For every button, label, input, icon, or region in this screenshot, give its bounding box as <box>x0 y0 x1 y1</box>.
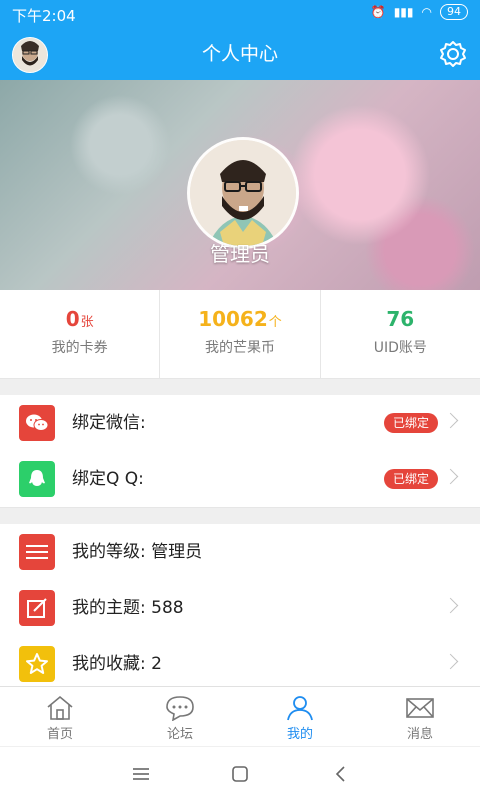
tab-messages-label: 消息 <box>406 727 433 742</box>
tab-mine-label: 我的 <box>286 727 313 742</box>
chevron-right-icon <box>442 412 459 429</box>
wifi-icon: ◠ <box>421 5 432 19</box>
menu-nav-icon[interactable] <box>131 764 151 784</box>
stat-coins-number: 10062 <box>198 307 268 331</box>
tab-forum-label: 论坛 <box>166 727 193 742</box>
battery-indicator: 94 <box>440 4 468 20</box>
chevron-right-icon <box>442 468 459 485</box>
section-divider <box>0 508 480 524</box>
profile-name: 管理员 <box>210 242 270 266</box>
back-nav-icon[interactable] <box>331 764 351 784</box>
profile-avatar[interactable] <box>187 137 299 249</box>
stat-uid-label: UID账号 <box>373 340 427 356</box>
stat-coins-value: 10062个 <box>160 307 319 331</box>
chevron-right-icon <box>442 653 459 670</box>
tab-home[interactable]: 首页 <box>0 687 120 747</box>
star-icon <box>19 646 55 682</box>
stat-coupons-unit: 张 <box>80 315 94 330</box>
tab-messages[interactable]: 消息 <box>360 687 480 747</box>
bottom-tab-bar: 首页 论坛 我的 消息 <box>0 686 480 747</box>
stat-coupons[interactable]: 0张 我的卡券 <box>0 290 161 378</box>
home-icon <box>47 695 73 720</box>
tab-forum[interactable]: 论坛 <box>120 687 240 747</box>
tab-mine[interactable]: 我的 <box>240 687 360 747</box>
stat-coins-label: 我的芒果币 <box>204 340 275 356</box>
mail-icon <box>406 698 434 718</box>
stat-coins[interactable]: 10062个 我的芒果币 <box>160 290 321 378</box>
my-level-row[interactable]: 我的等级: 管理员 <box>0 524 480 581</box>
my-favorites-row[interactable]: 我的收藏: 2 <box>0 636 480 693</box>
qq-status-badge: 已绑定 <box>383 469 438 489</box>
page-title: 个人中心 <box>201 43 278 65</box>
signal-icon: ▮▮▮ <box>393 5 414 19</box>
wechat-status-badge: 已绑定 <box>383 413 438 433</box>
settings-gear-icon[interactable] <box>438 39 468 69</box>
status-bar: 下午2:04 ⏰ ▮▮▮ ◠ 94 <box>0 0 480 28</box>
status-icons: ⏰ ▮▮▮ ◠ 94 <box>371 4 468 20</box>
bind-qq-row[interactable]: 绑定Q Q: 已绑定 <box>0 451 480 508</box>
stat-coins-unit: 个 <box>268 315 282 330</box>
wechat-icon <box>19 405 55 441</box>
app-bar: 个人中心 <box>0 28 480 80</box>
my-favorites-label: 我的收藏: 2 <box>72 654 162 674</box>
tab-home-label: 首页 <box>46 727 73 742</box>
home-nav-icon[interactable] <box>230 764 250 784</box>
stat-uid-value: 76 <box>321 307 480 331</box>
edit-icon <box>19 590 55 626</box>
stat-coupons-label: 我的卡券 <box>51 340 108 356</box>
alarm-icon: ⏰ <box>370 5 386 19</box>
system-navigation-bar <box>0 746 480 801</box>
profile-banner: 管理员 <box>0 80 480 290</box>
level-list-icon <box>19 534 55 570</box>
stat-coupons-value: 0张 <box>0 307 159 331</box>
profile-avatar-image <box>190 140 296 246</box>
my-topics-row[interactable]: 我的主题: 588 <box>0 580 480 637</box>
stats-bar: 0张 我的卡券 10062个 我的芒果币 76 UID账号 <box>0 290 480 379</box>
chevron-right-icon <box>442 597 459 614</box>
bind-qq-label: 绑定Q Q: <box>72 469 144 489</box>
status-time: 下午2:04 <box>12 7 76 25</box>
stat-uid[interactable]: 76 UID账号 <box>321 290 480 378</box>
my-level-label: 我的等级: 管理员 <box>72 542 203 562</box>
bind-wechat-label: 绑定微信: <box>72 413 146 433</box>
person-icon <box>287 696 313 721</box>
stat-coupons-number: 0 <box>65 307 80 331</box>
stat-uid-number: 76 <box>386 307 415 331</box>
bind-wechat-row[interactable]: 绑定微信: 已绑定 <box>0 395 480 452</box>
qq-icon <box>19 461 55 497</box>
chat-bubble-icon <box>166 696 194 721</box>
section-divider <box>0 379 480 395</box>
my-topics-label: 我的主题: 588 <box>72 598 184 618</box>
